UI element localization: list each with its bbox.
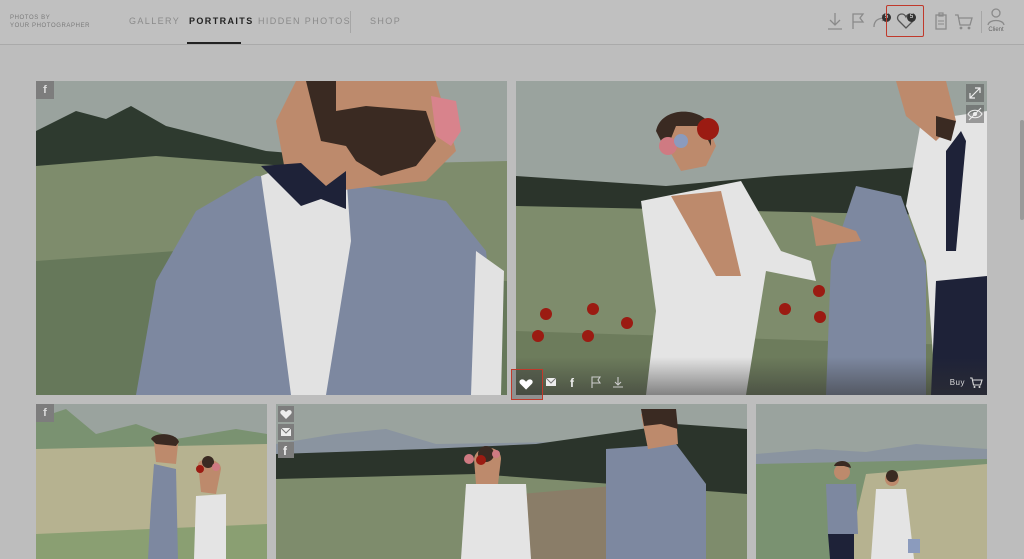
brand-line-2: YOUR PHOTOGRAPHER bbox=[10, 23, 91, 29]
photo-couple-hills[interactable]: f bbox=[36, 404, 267, 559]
top-header: PHOTOS BY YOUR PHOTOGRAPHER GALLERY PORT… bbox=[0, 0, 1024, 45]
download-icon[interactable] bbox=[824, 9, 846, 33]
cart-icon[interactable] bbox=[952, 9, 974, 33]
brand-logo[interactable]: PHOTOS BY YOUR PHOTOGRAPHER bbox=[10, 14, 90, 30]
nav-gallery[interactable]: GALLERY bbox=[129, 16, 180, 26]
buy-label[interactable]: Buy bbox=[950, 378, 965, 387]
nav-shop[interactable]: SHOP bbox=[370, 16, 401, 26]
photo-groom-closeup[interactable]: f bbox=[36, 81, 507, 395]
user-icon[interactable] bbox=[985, 6, 1007, 26]
photo-image bbox=[36, 404, 267, 559]
favorite-heart-button[interactable] bbox=[511, 369, 543, 400]
photo-action-bar bbox=[516, 357, 987, 395]
cart-icon[interactable] bbox=[969, 375, 983, 389]
download-icon[interactable] bbox=[611, 375, 625, 389]
photo-couple-field[interactable]: f Buy bbox=[516, 81, 987, 395]
client-label[interactable]: Client bbox=[985, 27, 1007, 33]
facebook-share-button[interactable]: f bbox=[36, 81, 54, 99]
facebook-share-button[interactable]: f bbox=[36, 404, 54, 422]
scrollbar[interactable] bbox=[1020, 120, 1024, 220]
photo-couple-walking[interactable] bbox=[756, 404, 987, 559]
clipboard-icon[interactable] bbox=[930, 9, 952, 33]
expand-icon[interactable] bbox=[966, 84, 984, 102]
favorites-count-badge: 5 bbox=[907, 13, 916, 22]
facebook-icon[interactable]: f bbox=[278, 442, 294, 458]
svg-text:f: f bbox=[283, 444, 288, 458]
heart-icon[interactable] bbox=[278, 406, 294, 422]
active-tab-indicator bbox=[187, 42, 241, 44]
photo-bride-groom-wide[interactable]: f bbox=[276, 404, 747, 559]
nav-divider bbox=[350, 11, 351, 33]
email-icon[interactable] bbox=[544, 375, 558, 389]
facebook-icon[interactable]: f bbox=[566, 375, 580, 390]
heart-filled-icon bbox=[519, 379, 533, 390]
email-icon[interactable] bbox=[278, 424, 294, 440]
photo-image bbox=[516, 81, 987, 395]
favorites-button[interactable]: 5 bbox=[886, 5, 924, 37]
photo-image bbox=[276, 404, 747, 559]
hide-eye-icon[interactable] bbox=[966, 105, 984, 123]
photo-image bbox=[756, 404, 987, 559]
photo-image bbox=[36, 81, 507, 395]
brand-line-1: PHOTOS BY bbox=[10, 15, 51, 21]
nav-hidden-photos[interactable]: HIDDEN PHOTOS bbox=[258, 16, 351, 26]
flag-icon[interactable] bbox=[589, 375, 603, 389]
svg-text:f: f bbox=[570, 376, 575, 389]
nav-portraits[interactable]: PORTRAITS bbox=[189, 16, 254, 26]
flag-icon[interactable] bbox=[847, 9, 869, 33]
header-divider bbox=[981, 11, 982, 33]
